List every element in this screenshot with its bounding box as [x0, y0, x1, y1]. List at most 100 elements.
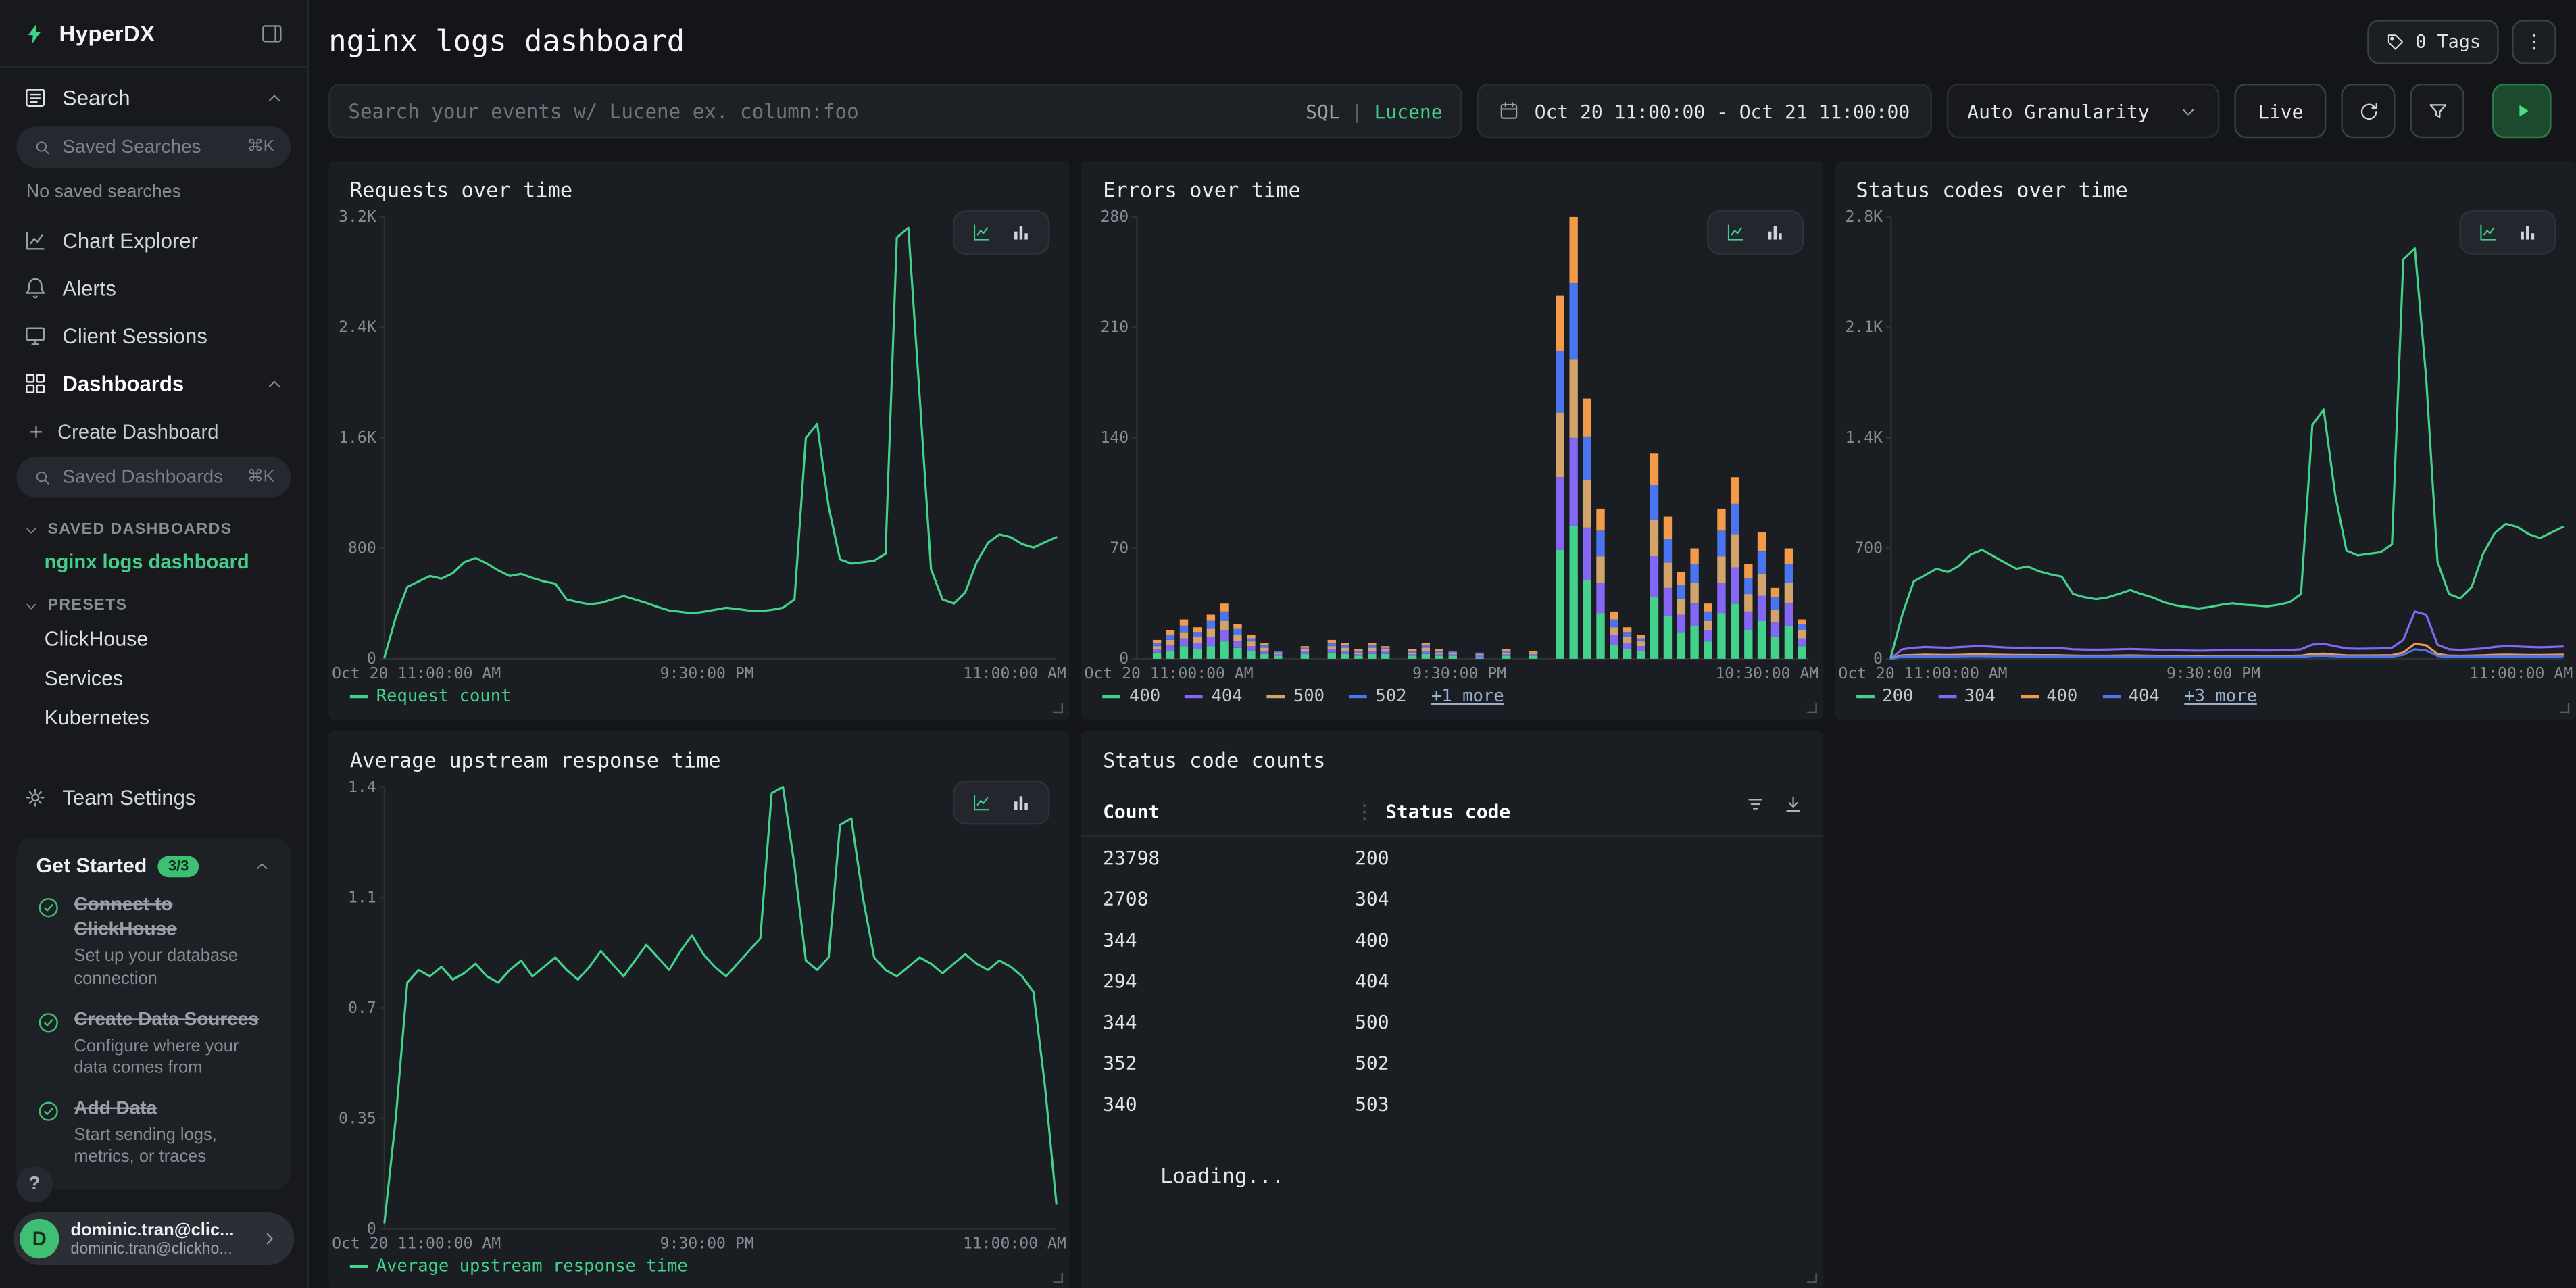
sidebar-section-search[interactable]: Search	[0, 68, 307, 124]
column-header-count[interactable]: Count	[1081, 789, 1333, 835]
date-range-picker[interactable]: Oct 20 11:00:00 - Oct 21 11:00:00	[1477, 84, 1931, 138]
help-button[interactable]: ?	[16, 1166, 52, 1202]
get-started-item-connect[interactable]: Connect to ClickHouse Set up your databa…	[36, 895, 271, 992]
sidebar-item-team-settings[interactable]: Team Settings	[0, 774, 307, 822]
svg-text:Oct 20 11:00:00 AM: Oct 20 11:00:00 AM	[1085, 665, 1254, 683]
bar-chart-icon[interactable]	[1011, 222, 1033, 243]
avg-response-chart[interactable]: 00.350.71.11.4Oct 20 11:00:00 AM9:30:00 …	[328, 775, 1070, 1253]
svg-text:280: 280	[1101, 208, 1129, 226]
legend-swatch	[1185, 694, 1204, 697]
errors-chart[interactable]: 070140210280Oct 20 11:00:00 AM9:30:00 PM…	[1081, 205, 1823, 683]
sidebar-item-dashboards[interactable]: Dashboards	[0, 360, 307, 407]
chart-type-toggle	[953, 781, 1050, 825]
legend-more-link[interactable]: +3 more	[2184, 686, 2257, 705]
legend-item[interactable]: 500	[1267, 686, 1324, 705]
legend-more-link[interactable]: +1 more	[1431, 686, 1504, 705]
saved-searches-input[interactable]: Saved Searches ⌘K	[16, 126, 291, 168]
granularity-value: Auto Granularity	[1967, 99, 2149, 122]
get-started-item-sources[interactable]: Create Data Sources Configure where your…	[36, 1008, 271, 1081]
get-started-header[interactable]: Get Started 3/3	[36, 855, 271, 878]
refresh-button[interactable]	[2341, 84, 2395, 138]
column-drag-handle[interactable]: ⋮	[1355, 800, 1374, 823]
legend-item[interactable]: 404	[1185, 686, 1243, 705]
line-chart-icon[interactable]	[972, 222, 993, 243]
language-toggle-divider: |	[1352, 99, 1363, 122]
legend-item[interactable]: 400	[2020, 686, 2077, 705]
saved-dashboards-input[interactable]: Saved Dashboards ⌘K	[16, 457, 291, 498]
get-started-item-title: Add Data	[74, 1097, 271, 1121]
legend-item[interactable]: 304	[1938, 686, 1996, 705]
resize-handle[interactable]	[1054, 703, 1064, 714]
sidebar-item-kubernetes[interactable]: Kubernetes	[0, 698, 307, 737]
table-row[interactable]: 344400	[1081, 918, 1823, 960]
sidebar-collapse-button[interactable]	[259, 22, 284, 46]
line-chart-icon[interactable]	[2477, 222, 2499, 243]
grid-icon	[23, 371, 47, 395]
table-cell: 340	[1081, 1083, 1333, 1124]
chevron-up-icon[interactable]	[264, 88, 284, 107]
tag-icon	[2386, 32, 2406, 51]
bar-chart-icon[interactable]	[2517, 222, 2538, 243]
granularity-select[interactable]: Auto Granularity	[1946, 84, 2220, 138]
table-row[interactable]: 294404	[1081, 960, 1823, 1001]
line-chart-icon[interactable]	[972, 792, 993, 814]
table-row[interactable]: 340503	[1081, 1083, 1823, 1124]
legend-item[interactable]: Request count	[350, 686, 512, 705]
tags-button[interactable]: 0 Tags	[2368, 20, 2499, 64]
svg-text:2.8K: 2.8K	[1845, 208, 1883, 226]
run-query-button[interactable]	[2492, 84, 2552, 138]
table-row[interactable]: 344500	[1081, 1001, 1823, 1042]
sidebar-item-services[interactable]: Services	[0, 659, 307, 698]
resize-handle[interactable]	[1806, 703, 1816, 714]
user-menu[interactable]: D dominic.tran@clic... dominic.tran@clic…	[13, 1212, 294, 1265]
download-icon[interactable]	[1782, 793, 1804, 815]
resize-handle[interactable]	[1806, 1273, 1816, 1283]
filter-button[interactable]	[2410, 84, 2464, 138]
sidebar-item-label: Client Sessions	[62, 324, 207, 348]
legend-item[interactable]: 404	[2102, 686, 2160, 705]
bar-chart-icon[interactable]	[1764, 222, 1785, 243]
create-dashboard-button[interactable]: Create Dashboard	[0, 407, 307, 453]
sidebar-item-alerts[interactable]: Alerts	[0, 264, 307, 312]
main-content: nginx logs dashboard 0 Tags Search your …	[309, 0, 2576, 1288]
saved-dashboards-header[interactable]: SAVED DASHBOARDS	[0, 507, 307, 543]
presets-header[interactable]: PRESETS	[0, 583, 307, 619]
legend-item[interactable]: 200	[1856, 686, 1913, 705]
legend-item[interactable]: 502	[1349, 686, 1407, 705]
filter-rows-icon[interactable]	[1744, 793, 1766, 815]
sql-language-toggle[interactable]: SQL	[1306, 99, 1340, 122]
funnel-icon	[2426, 99, 2449, 122]
status-codes-chart[interactable]: 07001.4K2.1K2.8KOct 20 11:00:00 AM9:30:0…	[1835, 205, 2576, 683]
sidebar-item-chart-explorer[interactable]: Chart Explorer	[0, 217, 307, 265]
panel-title: Average upstream response time	[328, 731, 1070, 776]
legend-item[interactable]: 400	[1103, 686, 1160, 705]
table-row[interactable]: 352502	[1081, 1041, 1823, 1083]
resize-handle[interactable]	[1054, 1273, 1064, 1283]
progress-badge: 3/3	[158, 856, 199, 877]
get-started-item-add-data[interactable]: Add Data Start sending logs, metrics, or…	[36, 1097, 271, 1170]
table-row[interactable]: 23798200	[1081, 835, 1823, 877]
svg-text:9:30:00 PM: 9:30:00 PM	[660, 665, 754, 683]
sidebar-item-clickhouse[interactable]: ClickHouse	[0, 620, 307, 659]
requests-chart[interactable]: 08001.6K2.4K3.2KOct 20 11:00:00 AM9:30:0…	[328, 205, 1070, 683]
bar-chart-icon[interactable]	[1011, 792, 1033, 814]
sidebar-item-client-sessions[interactable]: Client Sessions	[0, 312, 307, 360]
get-started-item-subtitle: Start sending logs, metrics, or traces	[74, 1125, 271, 1170]
lucene-language-toggle[interactable]: Lucene	[1374, 99, 1443, 122]
live-button[interactable]: Live	[2235, 84, 2326, 138]
svg-text:210: 210	[1101, 319, 1129, 337]
svg-text:1.1: 1.1	[348, 889, 376, 906]
more-menu-button[interactable]	[2512, 20, 2556, 64]
chart-legend: 400 404 500 502 +1 more	[1081, 683, 1823, 719]
line-chart-icon[interactable]	[1725, 222, 1746, 243]
chevron-up-icon[interactable]	[253, 858, 271, 876]
event-search-input[interactable]: Search your events w/ Lucene ex. column:…	[328, 84, 1462, 138]
status-code-table: Count ⋮Status code 237982002708304344400…	[1081, 789, 1823, 1124]
legend-item[interactable]: Average upstream response time	[350, 1256, 688, 1276]
legend-swatch	[1938, 694, 1956, 697]
resize-handle[interactable]	[2560, 703, 2570, 714]
table-row[interactable]: 2708304	[1081, 877, 1823, 918]
page-title: nginx logs dashboard	[328, 24, 685, 59]
sidebar-item-nginx-logs-dashboard[interactable]: nginx logs dashboard	[0, 544, 307, 583]
chevron-up-icon[interactable]	[264, 374, 284, 393]
